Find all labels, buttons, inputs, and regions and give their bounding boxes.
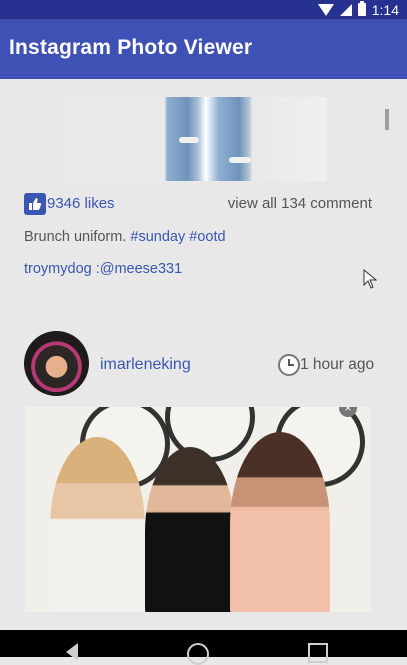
app-bar: Instagram Photo Viewer: [0, 19, 407, 79]
comment-text[interactable]: troymydog :@meese331: [24, 261, 182, 277]
signal-icon: [339, 3, 352, 16]
likes-row: 9346 likes view all 134 comment: [24, 192, 372, 216]
home-icon[interactable]: [187, 643, 209, 665]
clock-hand: [288, 364, 294, 366]
status-bar: 1:14: [0, 0, 407, 19]
photo-detail: [229, 157, 251, 163]
post-caption: Brunch uniform. #sunday #ootd: [24, 229, 226, 245]
back-icon[interactable]: [66, 643, 78, 661]
clock-icon: [278, 354, 300, 376]
wifi-icon: [317, 3, 334, 16]
person-figure: [145, 447, 235, 612]
scrollbar[interactable]: [385, 109, 389, 130]
app-title: Instagram Photo Viewer: [9, 36, 253, 59]
caption-text: Brunch uniform.: [24, 229, 127, 245]
status-icons: 1:14: [317, 0, 399, 19]
navigation-bar: [0, 630, 407, 665]
hashtag[interactable]: #sunday: [130, 229, 185, 245]
person-figure: [230, 432, 330, 612]
likes-count: 9346 likes: [47, 195, 115, 212]
person-figure: [50, 437, 145, 612]
hashtag[interactable]: #ootd: [189, 229, 225, 245]
view-comments-link[interactable]: view all 134 comment: [228, 195, 372, 212]
battery-icon: [357, 1, 366, 16]
photo-detail: [179, 137, 199, 143]
thumbs-up-icon[interactable]: [24, 193, 46, 215]
username[interactable]: imarleneking: [100, 356, 191, 374]
avatar[interactable]: [24, 331, 89, 396]
post-photo[interactable]: ×: [25, 407, 371, 612]
post-photo[interactable]: [69, 97, 327, 181]
photo-feed[interactable]: 9346 likes view all 134 comment Brunch u…: [0, 79, 407, 630]
recents-icon[interactable]: [308, 643, 328, 663]
time-ago: 1 hour ago: [300, 356, 375, 373]
status-time: 1:14: [371, 1, 399, 18]
mouse-cursor-icon: [363, 269, 377, 289]
